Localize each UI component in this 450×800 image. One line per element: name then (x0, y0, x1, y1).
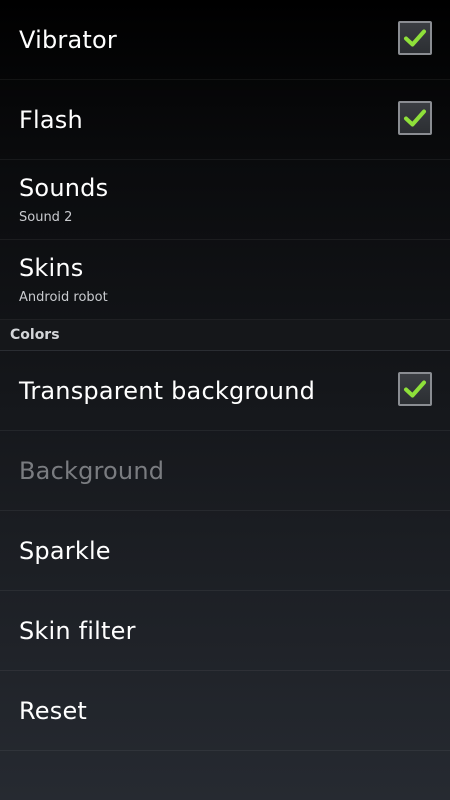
setting-background: Background (0, 431, 450, 511)
setting-vibrator-title: Vibrator (19, 26, 117, 54)
flash-checkbox[interactable] (398, 101, 432, 135)
setting-transparent-background-title: Transparent background (19, 377, 316, 405)
setting-skins-summary: Android robot (19, 290, 108, 305)
setting-skins-title: Skins (19, 254, 84, 282)
checkmark-icon (404, 29, 426, 47)
setting-sounds[interactable]: Sounds Sound 2 (0, 160, 450, 240)
setting-sounds-summary: Sound 2 (19, 210, 73, 225)
vibrator-checkbox[interactable] (398, 21, 432, 55)
setting-transparent-background[interactable]: Transparent background (0, 351, 450, 431)
setting-sparkle-title: Sparkle (19, 537, 111, 565)
setting-flash-title: Flash (19, 106, 83, 134)
setting-sounds-title: Sounds (19, 174, 109, 202)
checkmark-icon (404, 380, 426, 398)
setting-reset-title: Reset (19, 697, 88, 725)
setting-reset[interactable]: Reset (0, 671, 450, 751)
section-header-label: Colors (10, 327, 60, 343)
setting-background-title: Background (19, 457, 165, 485)
setting-skins[interactable]: Skins Android robot (0, 240, 450, 320)
section-header-colors: Colors (0, 320, 450, 351)
setting-skin-filter-title: Skin filter (19, 617, 136, 645)
setting-skin-filter[interactable]: Skin filter (0, 591, 450, 671)
settings-list: Vibrator Flash Sounds Sound 2 Skins Andr… (0, 0, 450, 751)
setting-vibrator[interactable]: Vibrator (0, 0, 450, 80)
setting-sparkle[interactable]: Sparkle (0, 511, 450, 591)
transparent-background-checkbox[interactable] (398, 372, 432, 406)
setting-flash[interactable]: Flash (0, 80, 450, 160)
checkmark-icon (404, 109, 426, 127)
